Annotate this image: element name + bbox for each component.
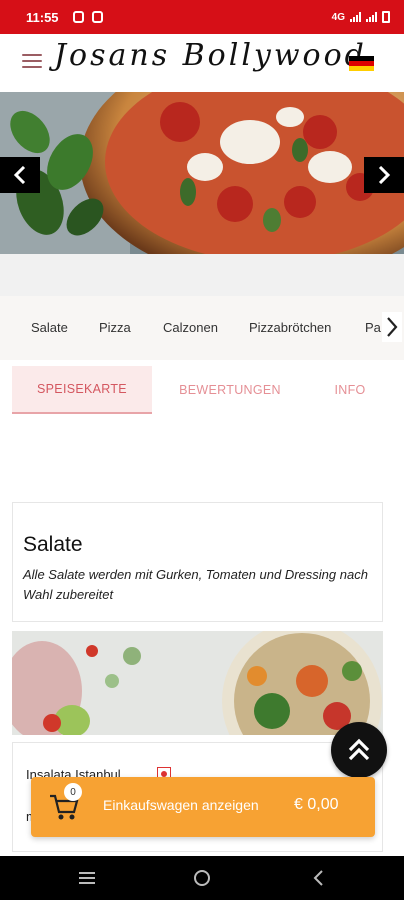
home-icon[interactable]	[191, 868, 213, 888]
category-calzonen[interactable]: Calzonen	[163, 320, 218, 335]
category-next-button[interactable]	[382, 312, 402, 342]
signal-icon	[366, 12, 377, 22]
status-time: 11:55	[26, 9, 59, 25]
recent-apps-icon[interactable]	[76, 868, 98, 888]
battery-icon	[382, 11, 390, 23]
chevron-left-icon	[13, 166, 26, 184]
category-pizzabroetchen[interactable]: Pizzabrötchen	[249, 320, 331, 335]
category-salate[interactable]: Salate	[31, 320, 68, 335]
category-bar: Salate Pizza Calzonen Pizzabrötchen Pa	[0, 296, 404, 360]
app-screen: 11:55 4G Josans Bollywood Salate Pizza C…	[0, 0, 404, 900]
notification-icon	[91, 11, 103, 23]
hero-next-button[interactable]	[364, 157, 404, 193]
section-description: Alle Salate werden mit Gurken, Tomaten u…	[23, 567, 368, 602]
app-header: Josans Bollywood	[0, 34, 404, 92]
signal-icon	[350, 12, 361, 22]
status-right: 4G	[332, 11, 390, 23]
cart-total: € 0,00	[294, 796, 339, 813]
tab-bewertungen[interactable]: BEWERTUNGEN	[160, 366, 300, 414]
tab-speisekarte[interactable]: SPEISEKARTE	[12, 366, 152, 414]
flag-de-icon[interactable]	[349, 56, 374, 71]
section-header-card: Salate Alle Salate werden mit Gurken, To…	[12, 502, 383, 622]
view-cart-button[interactable]: 0 Einkaufswagen anzeigen € 0,00	[31, 777, 375, 837]
chevron-right-icon	[378, 166, 391, 184]
hero-prev-button[interactable]	[0, 157, 40, 193]
chevron-right-icon	[387, 317, 398, 337]
notification-icon	[72, 11, 84, 23]
network-label: 4G	[331, 11, 345, 23]
hero-image	[0, 92, 404, 254]
category-pizza[interactable]: Pizza	[99, 320, 131, 335]
status-bar: 11:55 4G	[0, 0, 404, 34]
tab-bar: SPEISEKARTE BEWERTUNGEN INFO	[0, 366, 404, 416]
brand-logo: Josans Bollywood	[54, 38, 367, 73]
spacer	[0, 254, 404, 296]
tab-info[interactable]: INFO	[318, 366, 382, 414]
cart-label: Einkaufswagen anzeigen	[103, 797, 259, 813]
cart-count-badge: 0	[64, 783, 82, 801]
double-chevron-up-icon	[348, 738, 370, 761]
section-image	[12, 631, 383, 735]
system-nav-bar	[0, 856, 404, 900]
menu-icon[interactable]	[22, 54, 42, 70]
back-icon[interactable]	[308, 868, 330, 888]
category-pasta[interactable]: Pa	[365, 320, 381, 335]
section-title: Salate	[23, 533, 83, 556]
scroll-top-button[interactable]	[331, 722, 387, 778]
